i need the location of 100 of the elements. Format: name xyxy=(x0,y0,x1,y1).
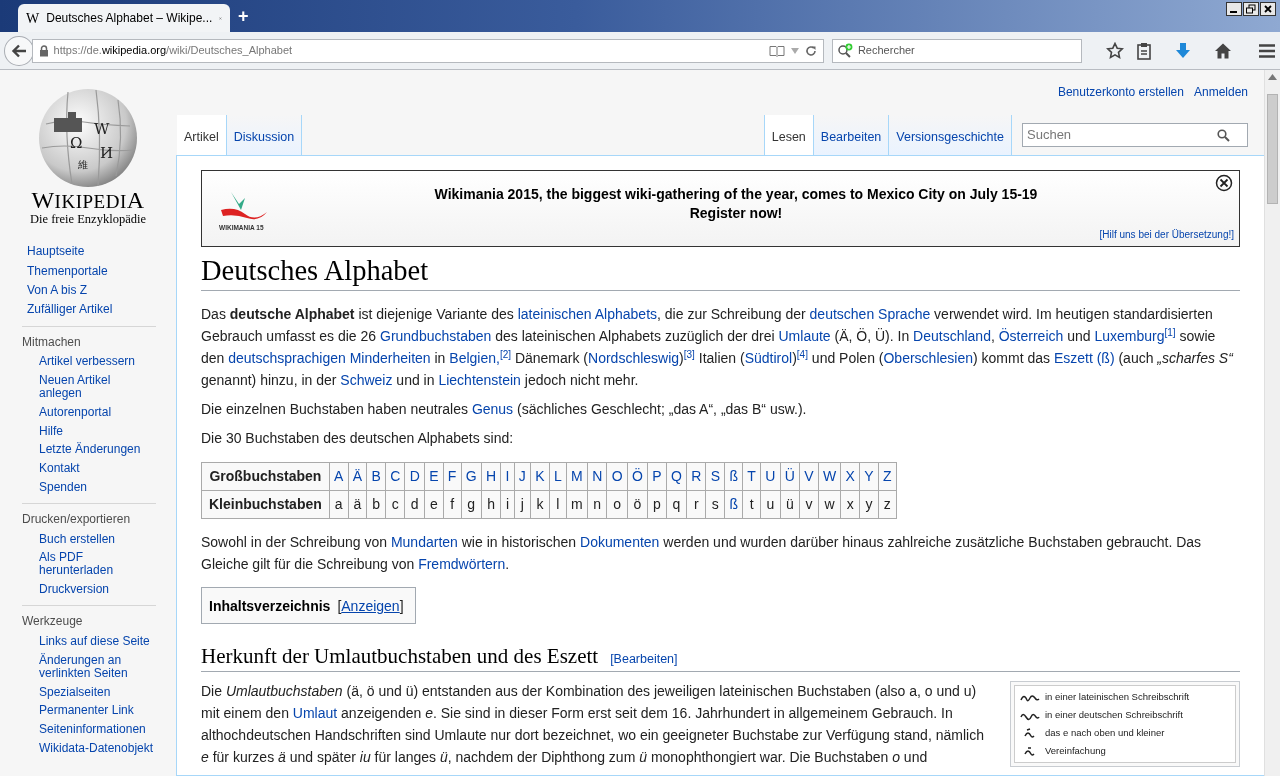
search-icon[interactable] xyxy=(1217,128,1230,142)
bracket-text: ] xyxy=(399,598,404,614)
sidebar-link[interactable]: Wikidata-Datenobjekt xyxy=(22,739,156,758)
address-bar[interactable]: https://de.wikipedia.org/wiki/Deutsches_Alphabet xyxy=(31,38,824,63)
scroll-up-arrow-icon[interactable] xyxy=(1268,74,1277,80)
url-text: https://de.wikipedia.org/wiki/Deutsches_Alphabet xyxy=(53,43,294,59)
tagline: Die freie Enzyklopädie xyxy=(30,212,146,226)
text-link[interactable]: Österreich xyxy=(998,328,1064,344)
scrollbar[interactable] xyxy=(1264,70,1280,776)
reference-link[interactable]: [3] xyxy=(683,349,695,360)
sidebar-link[interactable]: Zufälliger Artikel xyxy=(27,300,156,320)
sidebar-link[interactable]: Von A bis Z xyxy=(27,280,156,301)
sidebar-link[interactable]: Buch erstellen xyxy=(22,530,156,549)
reference-link[interactable]: [1] xyxy=(1164,327,1176,338)
sidebar-link[interactable]: Artikel verbessern xyxy=(22,352,156,372)
text-link[interactable]: Dokumenten xyxy=(580,534,660,550)
sidebar-link[interactable]: Neuen Artikel anlegen xyxy=(22,371,156,404)
tab-title: Deutsches Alphabet – Wikipe... xyxy=(46,10,213,27)
scrollbar-thumb[interactable] xyxy=(1267,94,1278,204)
account-link[interactable]: Benutzerkonto erstellen xyxy=(1057,83,1184,101)
home-icon[interactable] xyxy=(1214,41,1232,60)
text-link[interactable]: deutschsprachigen Minderheiten xyxy=(228,350,431,366)
sidebar-heading: Werkzeuge xyxy=(22,614,84,629)
edit-link[interactable]: [Bearbeiten] xyxy=(610,650,678,669)
text-link[interactable]: Eszett (ß) xyxy=(1053,350,1115,366)
figure-caption: das e nach oben und kleiner xyxy=(1045,726,1165,740)
letter-link[interactable]: I xyxy=(505,468,510,484)
restore-icon[interactable] xyxy=(1243,2,1259,16)
letter-cell: g xyxy=(461,490,482,519)
search-field[interactable]: Suchen xyxy=(1022,123,1248,147)
close-icon[interactable] xyxy=(1215,174,1233,192)
sidebar-link[interactable]: Hilfe xyxy=(22,421,156,441)
reader-icon[interactable] xyxy=(769,44,785,57)
text-link[interactable]: Südtirol xyxy=(744,350,793,366)
browser-tab[interactable]: W Deutsches Alphabet – Wikipe... xyxy=(18,4,230,32)
banner-text: Register now! xyxy=(688,203,784,223)
clipboard-icon[interactable] xyxy=(1136,41,1152,60)
sidebar-link[interactable]: Hauptseite xyxy=(27,242,156,262)
text-link[interactable]: Grundbuchstaben xyxy=(380,328,492,344)
letter-cell: k xyxy=(530,490,550,519)
letter-cell: u xyxy=(760,490,781,519)
text-link[interactable]: Oberschlesien xyxy=(883,350,973,366)
text-link[interactable]: Deutschland xyxy=(913,328,991,344)
text-link[interactable]: deutschen Sprache xyxy=(809,306,931,322)
sidebar-link[interactable]: Links auf diese Seite xyxy=(22,632,156,652)
letter-cell: c xyxy=(385,490,405,519)
close-icon[interactable] xyxy=(1260,2,1276,16)
new-tab-button[interactable]: + xyxy=(238,4,249,28)
reference-link[interactable]: [4] xyxy=(796,349,808,360)
reload-icon[interactable] xyxy=(805,44,817,57)
letter-cell: q xyxy=(666,490,687,519)
row-header: Kleinbuchstaben xyxy=(201,490,330,519)
reference-link[interactable]: [2] xyxy=(499,349,511,360)
sidebar-link[interactable]: Letzte Änderungen xyxy=(22,440,156,460)
text-link[interactable]: Schweiz xyxy=(340,372,393,388)
sidebar-link[interactable]: Änderungen an verlinkten Seiten xyxy=(22,651,156,683)
letter-cell: t xyxy=(742,490,761,519)
search-field[interactable]: Rechercher xyxy=(832,38,1082,63)
bracket-text: [ xyxy=(337,598,342,614)
page-tab[interactable]: Artikel xyxy=(177,115,227,155)
page-title: Deutsches Alphabet xyxy=(201,252,1240,291)
paragraph: Die einzelnen Buchstaben haben neutrales Genus (sächliches Geschlecht; „das A“, „das B“ usw.). xyxy=(201,400,808,419)
sidebar-link[interactable]: Seiteninformationen xyxy=(22,720,156,739)
sidebar-link[interactable]: Spenden xyxy=(22,478,156,497)
account-link[interactable]: Anmelden xyxy=(1193,83,1248,101)
sidebar-link[interactable]: Permanenter Link xyxy=(22,701,156,721)
menu-icon[interactable] xyxy=(1258,42,1276,59)
text-link[interactable]: Belgien, xyxy=(449,350,500,366)
wordmark: WIKIPEDIA xyxy=(31,190,145,212)
page-tab[interactable]: Lesen xyxy=(764,115,814,155)
sidebar-heading: Mitmachen xyxy=(22,334,82,349)
bookmark-star-icon[interactable] xyxy=(1106,41,1124,60)
sidebar-link[interactable]: Kontakt xyxy=(22,459,156,478)
letter-cell: e xyxy=(424,490,444,519)
text-link[interactable]: Umlaute xyxy=(778,328,831,344)
sidebar-link[interactable]: Druckversion xyxy=(22,580,156,600)
toc-toggle-link[interactable]: Anzeigen xyxy=(341,598,400,614)
text-link[interactable]: Mundarten xyxy=(390,534,458,550)
sidebar-link[interactable]: Autorenportal xyxy=(22,403,156,422)
sidebar-link[interactable]: Als PDF herunterladen xyxy=(22,548,156,581)
sidebar-link[interactable]: Themenportale xyxy=(27,261,156,281)
minimize-icon[interactable] xyxy=(1226,2,1242,16)
lock-icon xyxy=(38,44,49,57)
text-link[interactable]: Liechtenstein xyxy=(438,372,521,388)
help-translate-link[interactable]: [Hilf uns bei der Übersetzung!] xyxy=(1099,227,1234,242)
letter-cell: x xyxy=(840,490,860,519)
letter-cell: v xyxy=(799,490,819,519)
page-tab[interactable]: Bearbeiten xyxy=(813,115,890,155)
page-tab[interactable]: Versionsgeschichte xyxy=(889,115,1012,155)
favicon: W xyxy=(26,9,40,28)
text-link[interactable]: Nordschleswig xyxy=(588,350,680,366)
text-link[interactable]: Umlaut xyxy=(292,705,338,721)
letter-cell: a xyxy=(329,490,348,519)
back-button[interactable] xyxy=(4,35,34,66)
paragraph: Sowohl in der Schreibung von Mundarten wie in historischen Dokumenten werden und wurden darüber hinaus zahlreiche zusätzliche Buchstaben gebraucht. Das Gleiche gilt für die Schreibung von Fremdwörtern. xyxy=(201,533,1203,574)
page-tab[interactable]: Diskussion xyxy=(226,115,303,155)
letter-cell: l xyxy=(549,490,567,519)
sidebar-link[interactable]: Spezialseiten xyxy=(22,682,156,702)
download-icon[interactable] xyxy=(1174,41,1192,60)
text-link[interactable]: Genus xyxy=(471,401,514,417)
